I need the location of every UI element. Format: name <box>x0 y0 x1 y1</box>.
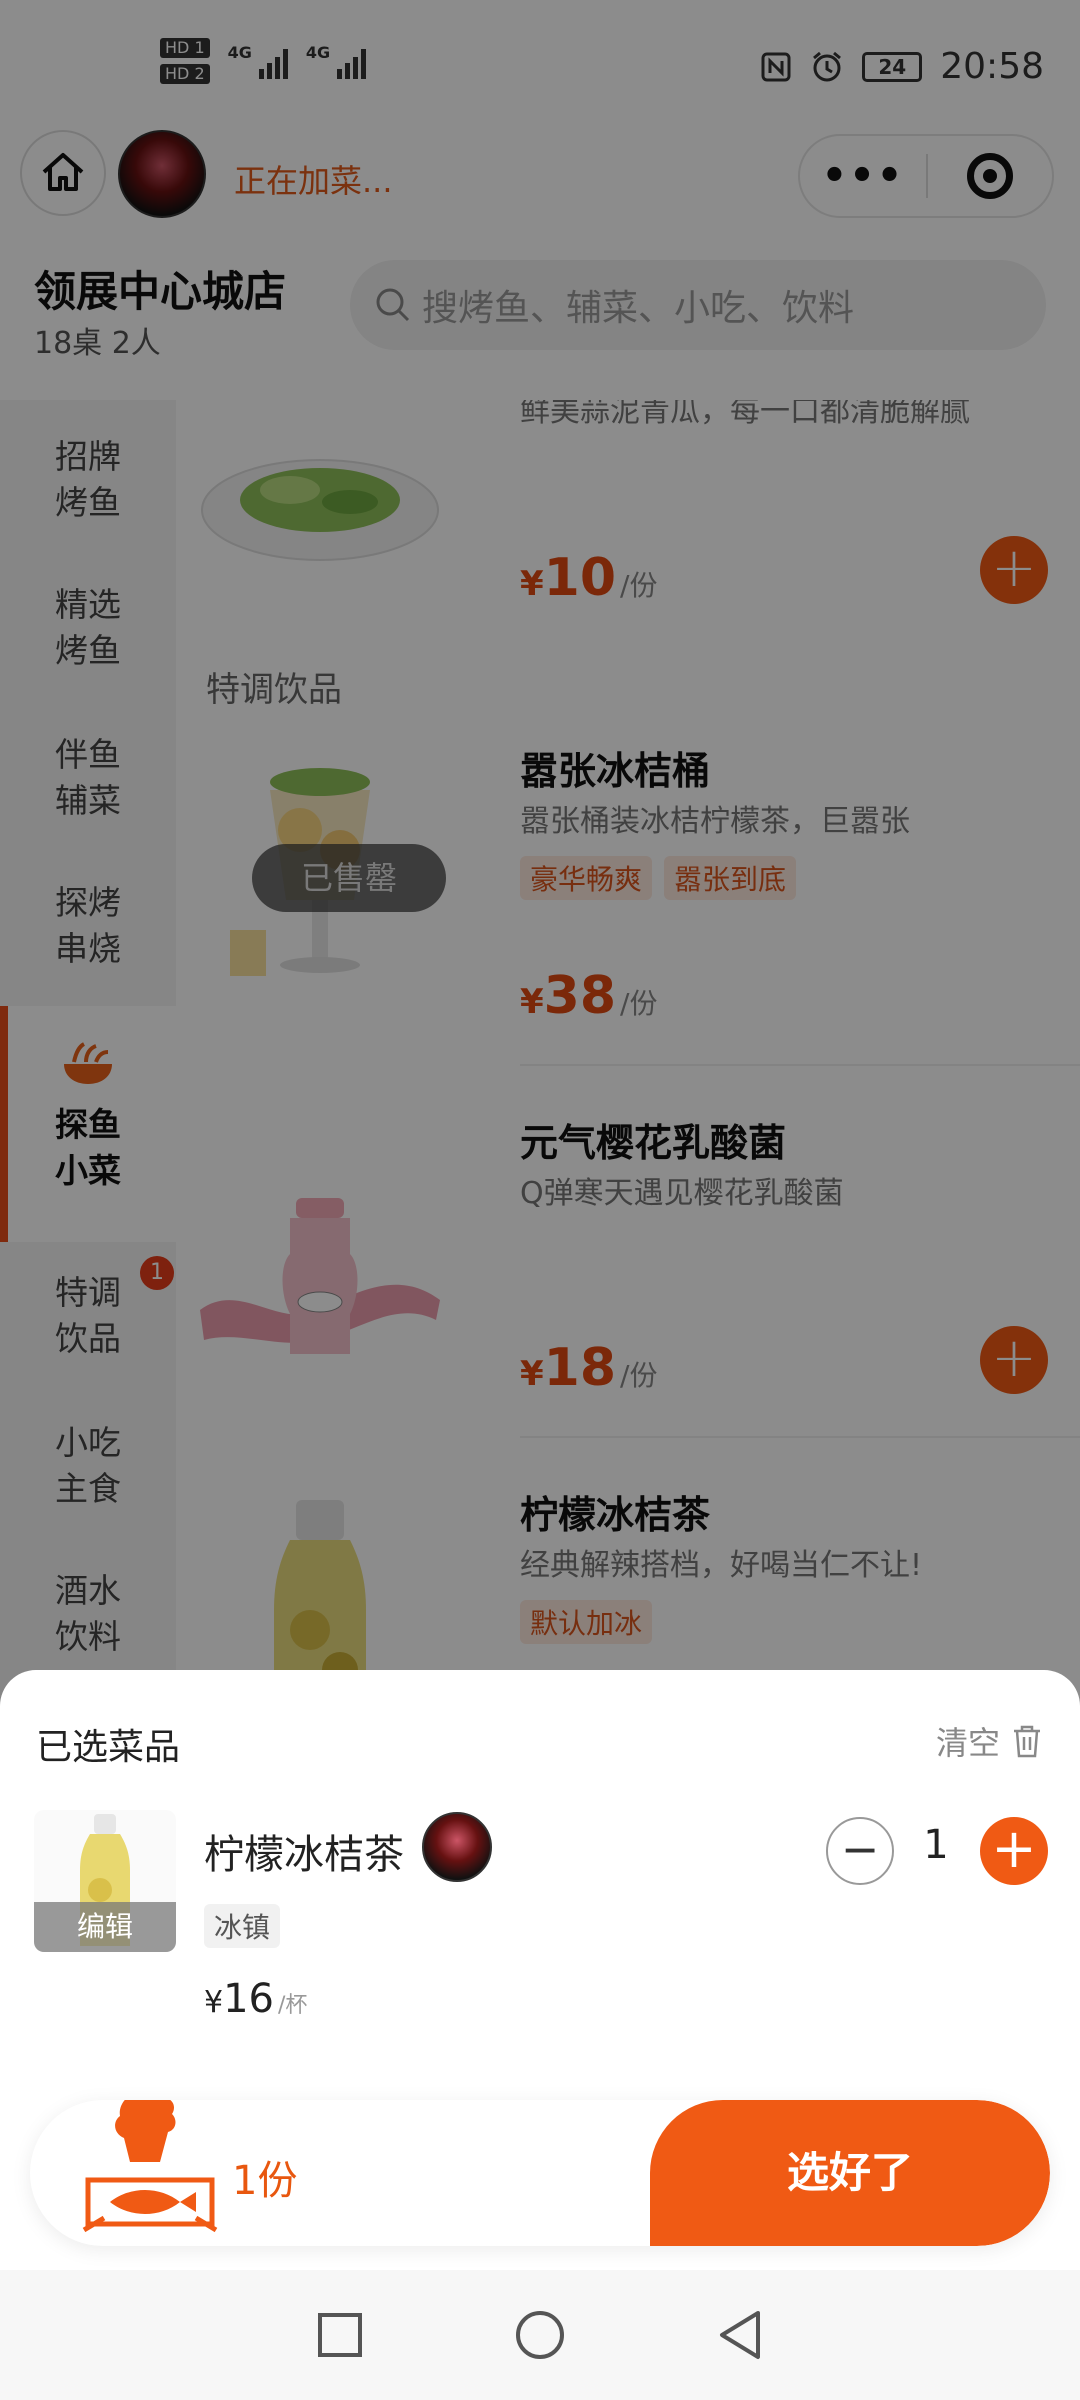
back-icon[interactable] <box>716 2309 764 2361</box>
cart-item-price: ¥16/杯 <box>204 1976 308 2022</box>
home-circle-icon[interactable] <box>514 2309 566 2361</box>
clear-cart-button[interactable]: 清空 <box>936 1718 1044 1764</box>
cart-count: 1份 <box>232 2158 298 2204</box>
confirm-selection-button[interactable]: 选好了 <box>650 2100 1050 2246</box>
trash-icon <box>1014 1725 1040 1758</box>
quantity-value: 1 <box>923 1822 949 1868</box>
cart-bar: 1份 选好了 <box>30 2100 1050 2246</box>
cart-item-spec: 冰镇 <box>204 1904 281 1948</box>
brand-logo-icon[interactable] <box>70 2100 230 2240</box>
decrease-quantity-button[interactable]: − <box>826 1817 894 1885</box>
edit-label[interactable]: 编辑 <box>34 1902 176 1952</box>
cart-item-name: 柠檬冰桔茶 <box>204 1832 404 1878</box>
cart-item-thumbnail[interactable]: 编辑 <box>34 1810 176 1952</box>
recent-apps-icon[interactable] <box>316 2311 364 2359</box>
system-nav-bar <box>0 2270 1080 2400</box>
sheet-title: 已选菜品 <box>36 1727 181 1768</box>
orderer-avatar <box>422 1812 492 1882</box>
increase-quantity-button[interactable]: + <box>980 1817 1048 1885</box>
